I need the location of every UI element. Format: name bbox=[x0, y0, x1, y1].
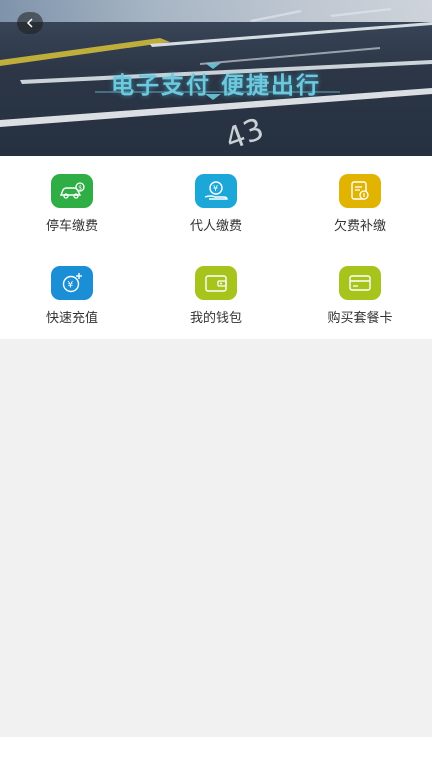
menu-label: 快速充值 bbox=[45, 311, 98, 326]
svg-text:43: 43 bbox=[221, 112, 269, 156]
menu-item-parking-fee[interactable]: $ 停车缴费 bbox=[0, 156, 144, 236]
bill-icon bbox=[339, 174, 381, 208]
menu-grid: $ 停车缴费 ¥ 代人缴费 欠费补缴 ¥ 快速充值 我的钱包 购买套餐卡 bbox=[0, 156, 432, 339]
menu-item-pay-for-others[interactable]: ¥ 代人缴费 bbox=[144, 156, 288, 236]
card-icon bbox=[339, 266, 381, 300]
recharge-icon: ¥ bbox=[51, 266, 93, 300]
svg-text:¥: ¥ bbox=[68, 281, 74, 291]
back-button[interactable] bbox=[17, 12, 43, 34]
wallet-icon bbox=[195, 266, 237, 300]
banner-title: 电子支付 便捷出行 bbox=[110, 73, 321, 99]
bottom-bar bbox=[0, 737, 432, 768]
svg-text:¥: ¥ bbox=[213, 184, 218, 193]
chevron-left-icon bbox=[26, 18, 33, 28]
menu-item-buy-package-card[interactable]: 购买套餐卡 bbox=[288, 248, 432, 328]
menu-item-arrears-payment[interactable]: 欠费补缴 bbox=[288, 156, 432, 236]
menu-item-my-wallet[interactable]: 我的钱包 bbox=[144, 248, 288, 328]
menu-item-quick-recharge[interactable]: ¥ 快速充值 bbox=[0, 248, 144, 328]
menu-label: 我的钱包 bbox=[189, 311, 242, 326]
menu-label: 停车缴费 bbox=[45, 219, 98, 234]
banner: 43 电子支付 便捷出行 bbox=[0, 0, 432, 156]
hand-yen-icon: ¥ bbox=[195, 174, 237, 208]
svg-text:$: $ bbox=[78, 184, 82, 191]
menu-label: 购买套餐卡 bbox=[327, 311, 393, 326]
menu-label: 代人缴费 bbox=[189, 219, 242, 234]
car-coin-icon: $ bbox=[51, 174, 93, 208]
menu-label: 欠费补缴 bbox=[333, 219, 386, 234]
